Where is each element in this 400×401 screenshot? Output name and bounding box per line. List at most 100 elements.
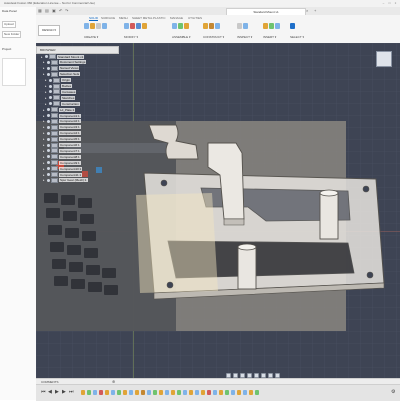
timeline-feature-icon[interactable]: [231, 390, 235, 395]
visibility-eye-icon[interactable]: [47, 137, 50, 141]
visibility-eye-icon[interactable]: [47, 167, 50, 171]
expand-arrow-icon[interactable]: ▸: [43, 60, 46, 64]
post-left[interactable]: [237, 246, 257, 290]
assemble-menu-label[interactable]: ASSEMBLE ▾: [172, 35, 191, 39]
visibility-eye-icon[interactable]: [47, 72, 50, 76]
create-icons[interactable]: [84, 23, 107, 33]
browser-item-label[interactable]: Standard Mount v1: [57, 54, 85, 59]
visibility-eye-icon[interactable]: [47, 114, 50, 117]
browser-item-label[interactable]: Component1:1: [59, 113, 81, 118]
timeline-feature-icon[interactable]: [183, 390, 187, 395]
look-at-icon[interactable]: [233, 373, 238, 378]
visibility-eye-icon[interactable]: [47, 131, 50, 135]
modify-menu-label[interactable]: MODIFY ▾: [124, 35, 138, 39]
timeline-feature-icon[interactable]: [111, 390, 115, 395]
timeline-feature-icon[interactable]: [189, 390, 193, 395]
timeline-feature-icon[interactable]: [87, 390, 91, 395]
timeline-feature-icon[interactable]: [105, 390, 109, 395]
canvas-icon[interactable]: [275, 23, 280, 29]
timeline-feature-icon[interactable]: [165, 390, 169, 395]
floating-part[interactable]: [148, 124, 199, 160]
browser-tree-item[interactable]: ▸ Bodies: [45, 83, 73, 89]
browser-tree-item[interactable]: ▸ Component6:1: [43, 142, 81, 148]
visibility-eye-icon[interactable]: [47, 60, 50, 64]
insert-derive-icon[interactable]: [263, 23, 268, 29]
timeline-feature-icon[interactable]: [153, 390, 157, 395]
timeline-play-icon[interactable]: ▶: [55, 389, 59, 395]
expand-arrow-icon[interactable]: ▸: [43, 72, 46, 76]
measure-icon[interactable]: [237, 23, 242, 29]
browser-item-label[interactable]: Component7:1: [59, 148, 81, 153]
browser-item-label[interactable]: Component4:1: [59, 131, 81, 136]
timeline-feature-icon[interactable]: [135, 390, 139, 395]
expand-arrow-icon[interactable]: ▸: [45, 102, 48, 106]
browser-item-label[interactable]: Origin: [61, 78, 72, 83]
browser-tree-item[interactable]: ▸ Sketches: [45, 95, 76, 101]
design-workspace-button[interactable]: DESIGN ▾: [38, 25, 60, 36]
revolve-icon[interactable]: [102, 23, 107, 29]
expand-arrow-icon[interactable]: ▸: [43, 178, 46, 182]
timeline-feature-icon[interactable]: [141, 390, 145, 395]
grid-settings-icon[interactable]: [268, 373, 273, 378]
extrude-icon[interactable]: [96, 23, 101, 29]
expand-arrow-icon[interactable]: ▸: [43, 119, 46, 123]
visibility-eye-icon[interactable]: [47, 119, 50, 123]
construct-menu-label[interactable]: CONSTRUCT ▾: [203, 35, 224, 39]
new-component-icon[interactable]: [84, 23, 89, 29]
browser-item-label[interactable]: Named Views: [59, 66, 80, 71]
browser-tree-item[interactable]: ▸ Component11:1: [43, 172, 83, 177]
tab-solid[interactable]: SOLID: [89, 16, 99, 21]
tab-surface[interactable]: SURFACE: [101, 16, 115, 20]
browser-item-label[interactable]: Spur Gear (Mesh):1: [59, 178, 88, 183]
browser-tree-item[interactable]: ▸ Component9:1: [43, 160, 81, 166]
visibility-eye-icon[interactable]: [47, 161, 50, 165]
select-arrow-icon[interactable]: [290, 23, 295, 29]
timeline-feature-icon[interactable]: [147, 390, 151, 395]
expand-arrow-icon[interactable]: ▸: [45, 78, 48, 82]
modify-icons[interactable]: [124, 23, 147, 33]
new-folder-button[interactable]: New Folder: [2, 31, 22, 38]
inspect-menu-label[interactable]: INSPECT ▾: [237, 35, 252, 39]
zoom-icon[interactable]: [247, 373, 252, 378]
browser-tree-item[interactable]: ▸ Document Settings: [43, 59, 87, 65]
tab-sheet-metal[interactable]: SHEET METAL: [132, 16, 153, 20]
view-cube[interactable]: [372, 47, 394, 69]
browser-item-label[interactable]: Ld_Plate:1: [59, 107, 76, 112]
expand-arrow-icon[interactable]: ▸: [43, 131, 46, 135]
construct-icons[interactable]: [203, 23, 220, 33]
decal-icon[interactable]: [269, 23, 274, 29]
timeline-start-icon[interactable]: ⏮: [41, 389, 46, 395]
fillet-icon[interactable]: [130, 23, 135, 29]
timeline-next-icon[interactable]: ▶: [62, 389, 66, 395]
browser-tree-item[interactable]: ▸ Construction: [45, 101, 80, 107]
browser-tree-item[interactable]: ▸ Origin: [45, 77, 72, 83]
select-menu-label[interactable]: SELECT ▾: [290, 35, 304, 39]
browser-tree-item[interactable]: ▸ Component1:1: [43, 113, 81, 118]
browser-item-label[interactable]: Component9:1: [59, 160, 81, 165]
expand-arrow-icon[interactable]: ▸: [45, 96, 48, 100]
browser-item-label[interactable]: Component11:1: [59, 172, 83, 177]
browser-item-label[interactable]: Construction: [61, 101, 80, 106]
visibility-eye-icon[interactable]: [47, 143, 50, 147]
timeline-feature-icon[interactable]: [177, 390, 181, 395]
chamfer-icon[interactable]: [136, 23, 141, 29]
timeline-feature-icon[interactable]: [81, 390, 85, 395]
browser-tree-item[interactable]: ▸ Component2:1: [43, 118, 81, 124]
browser-item-label[interactable]: Selection Sets: [59, 72, 81, 77]
browser-item-label[interactable]: Component5:1: [59, 137, 81, 142]
fit-icon[interactable]: [254, 373, 259, 378]
expand-arrow-icon[interactable]: ▸: [43, 167, 46, 171]
visibility-eye-icon[interactable]: [49, 102, 52, 106]
timeline-feature-icon[interactable]: [255, 390, 259, 395]
post-right[interactable]: [319, 192, 339, 240]
browser-tree-item[interactable]: ▸ Selection Sets: [43, 71, 81, 77]
expand-arrow-icon[interactable]: ▸: [41, 55, 44, 59]
orbit-icon[interactable]: [226, 373, 231, 378]
timeline-feature-icon[interactable]: [99, 390, 103, 395]
visibility-eye-icon[interactable]: [47, 173, 50, 176]
as-built-joint-icon[interactable]: [178, 23, 183, 29]
interference-icon[interactable]: [243, 23, 248, 29]
expand-arrow-icon[interactable]: ▸: [43, 125, 46, 129]
expand-arrow-icon[interactable]: ▸: [43, 114, 46, 118]
browser-tree-item[interactable]: ▸ Standard Mount v1: [41, 54, 85, 59]
